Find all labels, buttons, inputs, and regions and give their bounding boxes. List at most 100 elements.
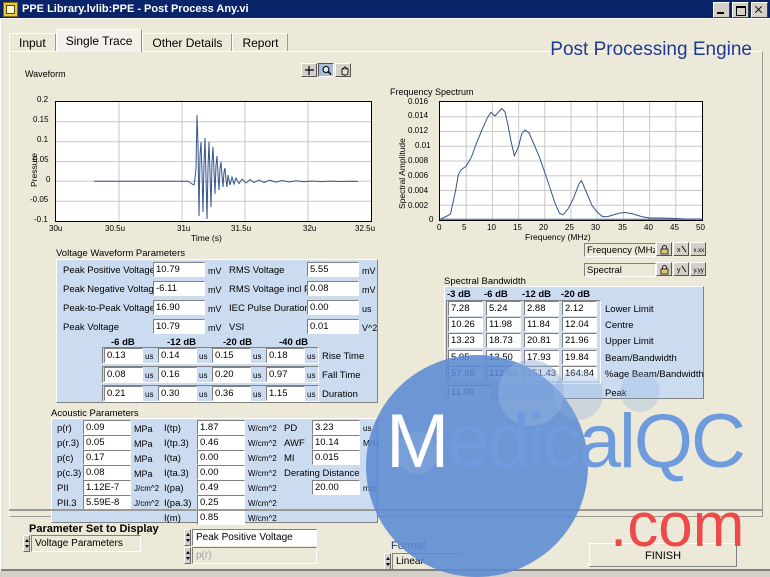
acoustic-value[interactable]: 0.49 [197,480,245,495]
pan-hand-icon[interactable] [335,63,351,77]
sb-cell[interactable]: 11.84 [524,317,559,332]
acoustic-value[interactable]: 0.015 [312,450,360,465]
crosshair-cursor-icon[interactable] [301,63,317,77]
xformat-icon[interactable]: x.xx [690,242,706,256]
sb-cell[interactable]: 13.50 [486,350,521,365]
duration-unit: us [145,390,154,399]
voltage-left-value[interactable]: -6.11 [153,281,205,296]
voltage-right-value[interactable]: 0.01 [307,319,359,334]
sb-cell[interactable]: 19.84 [562,350,597,365]
voltage-left-unit: mV [208,323,222,333]
acoustic-value[interactable]: 0.05 [83,435,131,450]
sb-peak-value[interactable]: 11.99 [448,385,491,400]
sb-cell[interactable]: 164.84 [562,366,597,381]
yscale-icon[interactable]: y [673,262,689,276]
finish-button[interactable]: FINISH [589,543,737,567]
acoustic-value[interactable]: 20.00 [312,480,360,495]
minimize-icon[interactable] [713,2,730,18]
acoustic-value[interactable]: 0.09 [83,420,131,435]
selection-secondary-combo[interactable]: p(r) [192,547,317,564]
acoustic-value[interactable]: 0.85 [197,510,245,525]
acoustic-value[interactable]: 0.46 [197,435,245,450]
sb-cell[interactable]: 11.98 [486,317,521,332]
spectrum-xtick: 35 [618,223,627,232]
sb-cell[interactable]: 2.12 [562,301,597,316]
sb-cell[interactable]: 21.96 [562,333,597,348]
spectral-scale-selector[interactable]: Spectral [584,263,656,277]
rise-time-value[interactable]: 0.15 [212,348,251,363]
voltage-right-label: RMS Voltage [229,265,285,276]
yformat-icon[interactable]: y.yy [690,262,706,276]
selection-spinner[interactable] [184,529,191,546]
duration-value[interactable]: 0.30 [158,386,197,401]
duration-value[interactable]: 0.21 [104,386,143,401]
fall-time-value[interactable]: 0.97 [266,367,305,382]
frequency-scale-selector[interactable]: Frequency (MHz) [584,243,656,257]
voltage-right-value[interactable]: 0.08 [307,281,359,296]
rise-time-value[interactable]: 0.18 [266,348,305,363]
voltage-left-value[interactable]: 10.79 [153,319,205,334]
selection-combo[interactable]: Peak Positive Voltage [192,529,317,546]
sb-cell[interactable]: 20.81 [524,333,559,348]
voltage-left-value[interactable]: 16.90 [153,300,205,315]
acoustic-label: p(r.3) [57,438,80,449]
selection-secondary-spinner[interactable] [184,547,191,564]
duration-value[interactable]: 0.36 [212,386,251,401]
rise-time-value[interactable]: 0.14 [158,348,197,363]
rise-time-value[interactable]: 0.13 [104,348,143,363]
acoustic-value[interactable]: 0.17 [83,450,131,465]
sb-cell[interactable]: 12.04 [562,317,597,332]
tab-report[interactable]: Report [232,33,289,52]
sb-cell[interactable]: 2.88 [524,301,559,316]
sb-cell[interactable]: 17.93 [524,350,559,365]
sb-cell[interactable]: 57.98 [448,366,483,381]
close-icon[interactable] [751,2,768,18]
sb-cell[interactable]: 7.28 [448,301,483,316]
parameter-set-combo[interactable]: Voltage Parameters [31,535,141,552]
acoustic-unit: us [363,424,372,433]
fall-time-value[interactable]: 0.20 [212,367,251,382]
spectrum-ytick: 0.012 [408,126,429,135]
voltage-left-value[interactable]: 10.79 [153,262,205,277]
acoustic-label: Derating Distance [284,468,360,479]
parameter-set-spinner[interactable] [23,535,30,552]
maximize-icon[interactable] [732,2,749,18]
tab-other-details[interactable]: Other Details [142,33,233,52]
tab-input[interactable]: Input [9,33,56,52]
sb-cell[interactable]: 18.73 [486,333,521,348]
acoustic-value[interactable]: 1.87 [197,420,245,435]
acoustic-value[interactable]: 10.14 [312,435,360,450]
sb-cell[interactable]: 112.64 [486,366,521,381]
sb-cell[interactable]: 13.23 [448,333,483,348]
duration-value[interactable]: 1.15 [266,386,305,401]
acoustic-value[interactable]: 0.08 [83,465,131,480]
xscale-icon[interactable]: x [673,242,689,256]
spectrum-plot-area[interactable] [439,101,703,221]
rise-time-unit: us [199,352,208,361]
acoustic-value[interactable]: 1.12E-7 [83,480,131,495]
fall-time-value[interactable]: 0.16 [158,367,197,382]
acoustic-value[interactable]: 5.59E-8 [83,495,131,510]
fall-time-value[interactable]: 0.08 [104,367,143,382]
lock-icon[interactable] [656,262,672,276]
sb-cell[interactable]: 10.26 [448,317,483,332]
waveform-plot-area[interactable] [55,101,372,222]
voltage-right-label: IEC Pulse Duration [229,303,310,314]
acoustic-value[interactable]: 0.25 [197,495,245,510]
voltage-right-value[interactable]: 0.00 [307,300,359,315]
format-combo[interactable]: Linear [392,553,462,570]
acoustic-unit: J/cm^2 [134,499,160,508]
format-spinner[interactable] [384,553,391,570]
sb-column-header: -20 dB [561,289,591,300]
sb-cell[interactable]: 5.24 [486,301,521,316]
voltage-right-value[interactable]: 5.55 [307,262,359,277]
sb-cell[interactable]: 151.43 [524,366,559,381]
acoustic-value[interactable]: 0.00 [197,450,245,465]
svg-text:y.yy: y.yy [694,268,704,274]
tab-single-trace[interactable]: Single Trace [55,29,143,52]
acoustic-value[interactable]: 3.23 [312,420,360,435]
acoustic-value[interactable]: 0.00 [197,465,245,480]
lock-icon[interactable] [656,242,672,256]
zoom-magnifier-icon[interactable] [318,63,334,77]
sb-cell[interactable]: 5.95 [448,350,483,365]
